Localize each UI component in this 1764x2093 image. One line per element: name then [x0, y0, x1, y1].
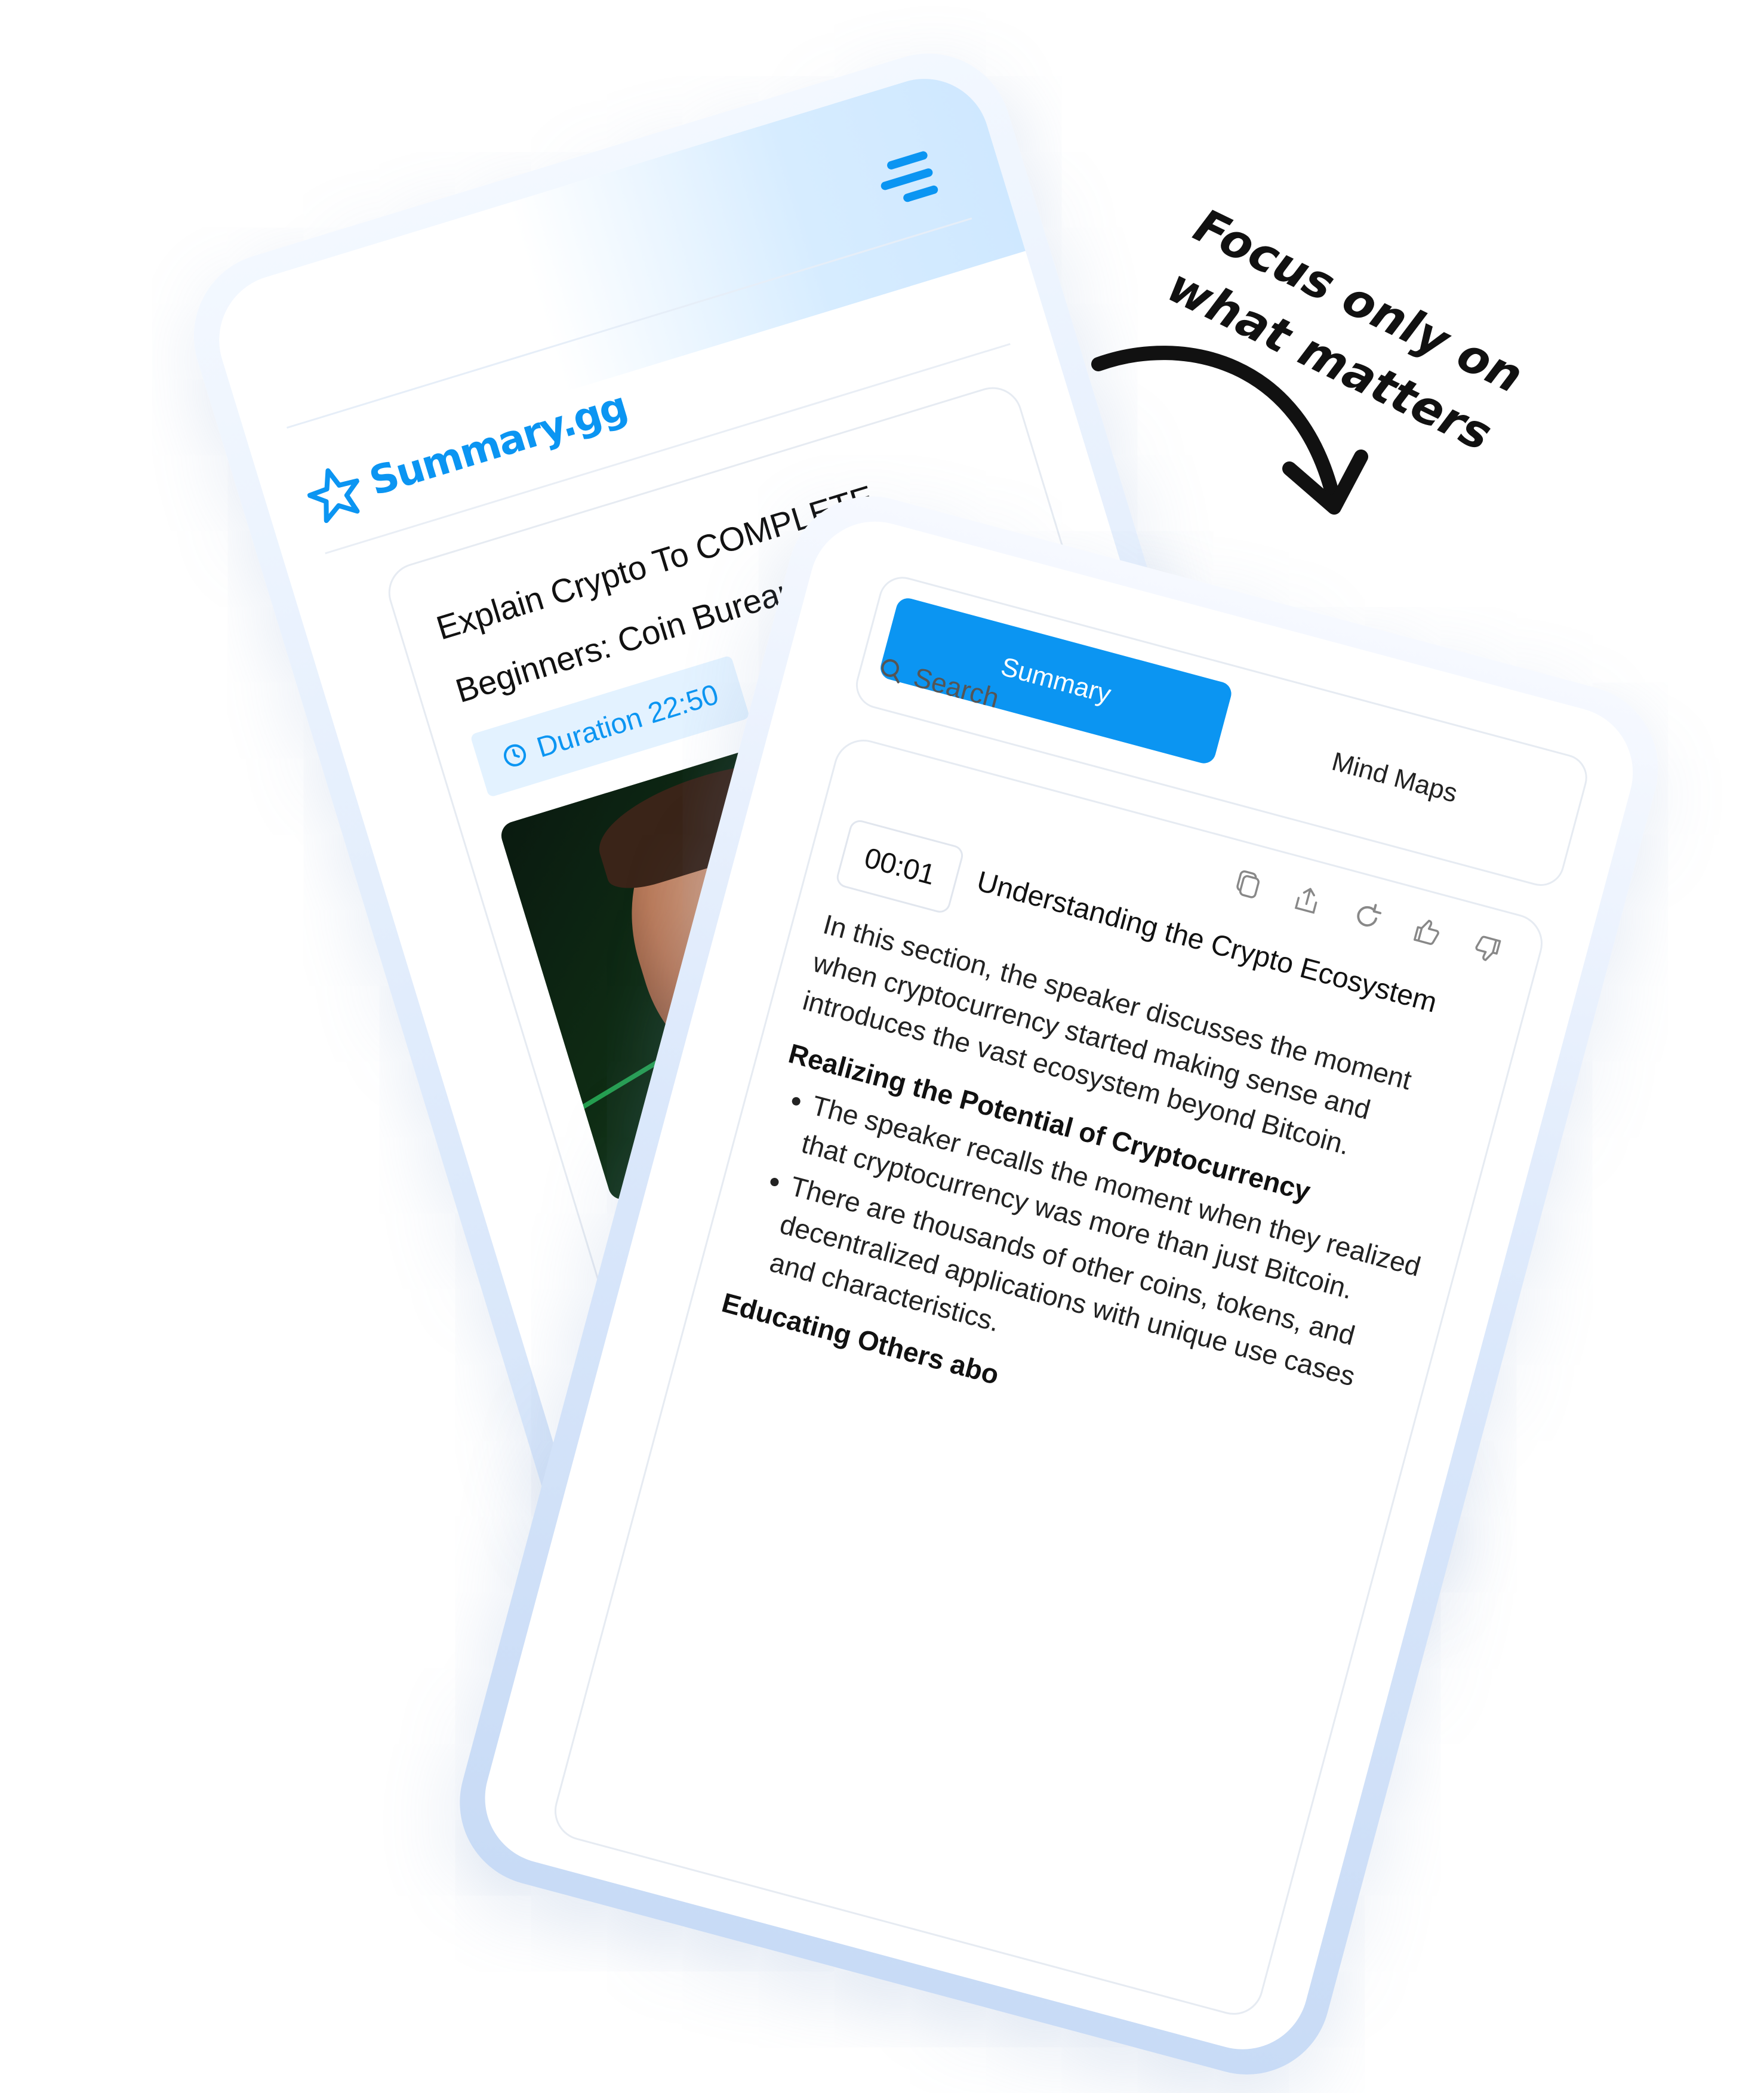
curved-arrow-icon — [1091, 346, 1368, 515]
thumbs-up-icon[interactable] — [1408, 913, 1446, 952]
summary-section-card: 00:01 Understanding the Crypto Ecosystem… — [547, 732, 1550, 2022]
star-logo-icon — [307, 468, 360, 524]
copy-icon[interactable] — [1229, 865, 1267, 903]
thumbs-down-icon[interactable] — [1469, 929, 1507, 968]
clock-icon — [504, 744, 527, 767]
share-icon[interactable] — [1288, 881, 1326, 919]
tab-mind-maps[interactable]: Mind Maps — [1215, 687, 1574, 869]
timestamp-chip[interactable]: 00:01 — [834, 817, 966, 915]
search-icon — [881, 659, 900, 684]
refresh-icon[interactable] — [1349, 897, 1387, 935]
